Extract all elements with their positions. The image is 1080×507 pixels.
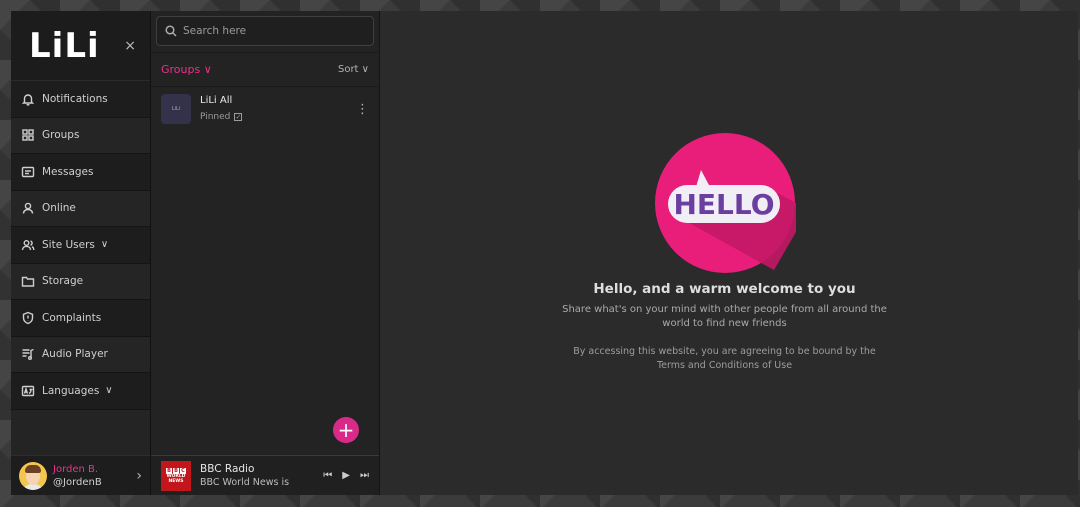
sidebar-item-online[interactable]: Online xyxy=(11,190,150,227)
welcome-subtitle: Share what's on your mind with other peo… xyxy=(562,304,887,329)
next-track-icon[interactable]: ⏭ xyxy=(360,470,369,481)
more-options-icon[interactable]: ⋮ xyxy=(356,102,369,117)
bbc-logo-line: NEWS xyxy=(168,478,184,484)
sidebar: LiLi × Notifications Groups Messages Onl… xyxy=(11,11,151,495)
app-window: LiLi × Notifications Groups Messages Onl… xyxy=(11,11,1078,495)
hello-badge-text: HELLO xyxy=(673,188,774,221)
logo-row: LiLi × xyxy=(11,11,150,81)
grid-icon xyxy=(22,129,34,141)
sidebar-item-groups[interactable]: Groups xyxy=(11,117,150,154)
sidebar-item-label: Complaints xyxy=(42,311,102,324)
user-name: Jorden B. xyxy=(53,463,99,475)
chevron-down-icon: ∨ xyxy=(203,63,212,76)
search-box[interactable] xyxy=(156,16,374,46)
sort-label: Sort xyxy=(337,64,359,75)
terms-notice: By accessing this website, you are agree… xyxy=(573,346,876,371)
groups-panel: Groups ∨ Sort ∨ LiLi LiLi All Pinned ✓ ⋮… xyxy=(151,11,380,495)
player-info: BBC Radio BBC World News is xyxy=(200,463,313,489)
audio-player-bar: BBC WORLD NEWS BBC Radio BBC World News … xyxy=(151,455,379,495)
list-item[interactable]: LiLi LiLi All Pinned ✓ ⋮ xyxy=(151,87,379,131)
main-content: HELLO Hello, and a warm welcome to you S… xyxy=(380,11,1078,495)
chat-info: LiLi All Pinned ✓ xyxy=(200,93,356,125)
sort-dropdown[interactable]: Sort ∨ xyxy=(338,64,369,75)
sidebar-item-label: Audio Player xyxy=(42,348,108,361)
sidebar-item-site-users[interactable]: Site Users ∨ xyxy=(11,227,150,264)
check-icon: ✓ xyxy=(234,113,243,121)
chevron-down-icon: ∨ xyxy=(105,385,113,397)
filter-row: Groups ∨ Sort ∨ xyxy=(151,53,379,87)
sidebar-item-label: Notifications xyxy=(42,92,108,105)
current-user[interactable]: Jorden B. @JordenB › xyxy=(11,455,150,495)
search-icon xyxy=(165,25,177,37)
groups-filter-dropdown[interactable]: Groups ∨ xyxy=(161,63,212,76)
message-icon xyxy=(21,166,35,177)
play-icon[interactable]: ▶ xyxy=(342,470,350,481)
user-handle: @JordenB xyxy=(53,476,102,488)
sidebar-item-label: Groups xyxy=(42,129,80,142)
sidebar-item-complaints[interactable]: Complaints xyxy=(11,300,150,337)
bell-icon xyxy=(21,94,35,106)
sidebar-item-messages[interactable]: Messages xyxy=(11,154,150,191)
player-title: BBC Radio xyxy=(200,462,255,475)
sidebar-item-audio-player[interactable]: Audio Player xyxy=(11,336,150,373)
sidebar-item-languages[interactable]: Languages ∨ xyxy=(11,373,150,410)
sidebar-item-storage[interactable]: Storage xyxy=(11,263,150,300)
chevron-down-icon: ∨ xyxy=(361,64,369,75)
sidebar-item-label: Messages xyxy=(42,165,94,178)
bbc-logo: BBC WORLD NEWS xyxy=(161,460,191,491)
app-logo: LiLi xyxy=(29,25,100,66)
music-list-icon xyxy=(22,349,34,361)
close-sidebar-icon[interactable]: × xyxy=(124,38,136,54)
avatar xyxy=(19,461,47,490)
group-name: LiLi All xyxy=(200,95,233,106)
translate-icon xyxy=(21,385,35,396)
previous-track-icon[interactable]: ⏮ xyxy=(323,470,332,481)
user-icon xyxy=(22,202,34,214)
sidebar-item-label: Storage xyxy=(42,275,84,288)
hello-badge-icon: HELLO xyxy=(655,133,796,273)
search-input[interactable] xyxy=(183,25,343,37)
welcome-block: Hello, and a warm welcome to you Share w… xyxy=(380,281,1069,373)
sidebar-item-label: Site Users xyxy=(42,238,95,251)
group-thumbnail: LiLi xyxy=(161,94,191,124)
sidebar-item-label: Languages xyxy=(42,384,100,397)
users-icon xyxy=(21,239,35,250)
chevron-down-icon: ∨ xyxy=(100,239,109,251)
search-bar xyxy=(151,11,379,53)
chevron-right-icon[interactable]: › xyxy=(136,468,142,484)
group-status: Pinned ✓ xyxy=(200,109,356,125)
player-subtitle: BBC World News is xyxy=(200,476,290,488)
hello-illustration: HELLO xyxy=(654,132,796,274)
pinned-label: Pinned xyxy=(200,112,231,122)
sidebar-spacer xyxy=(11,409,150,455)
sidebar-item-notifications[interactable]: Notifications xyxy=(11,81,150,118)
shield-icon xyxy=(22,311,34,324)
sidebar-item-label: Online xyxy=(42,202,76,215)
welcome-title: Hello, and a warm welcome to you xyxy=(593,281,856,297)
folder-icon xyxy=(21,277,35,287)
add-group-button[interactable]: + xyxy=(333,417,359,443)
user-text: Jorden B. @JordenB xyxy=(53,463,136,489)
groups-filter-label: Groups xyxy=(161,63,201,76)
